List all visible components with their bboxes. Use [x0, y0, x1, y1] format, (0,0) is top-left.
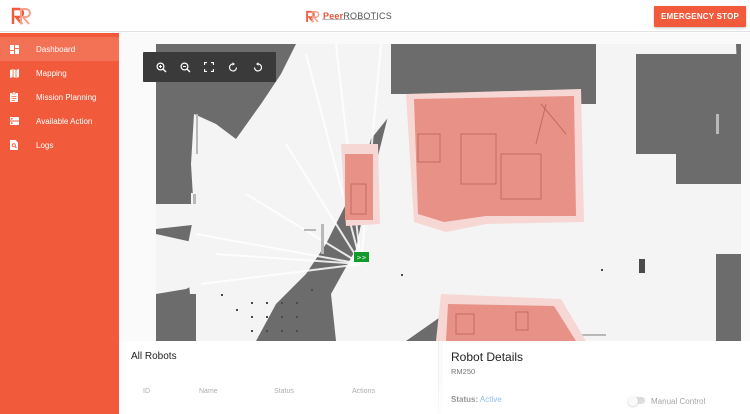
search-document-icon: [9, 140, 19, 150]
column-header-status[interactable]: Status: [274, 388, 294, 395]
rotate-left-button[interactable]: [249, 59, 265, 75]
sidebar-item-label: Mission Planning: [36, 92, 97, 102]
zoom-in-button[interactable]: [153, 59, 169, 75]
sidebar-item-available-action[interactable]: Available Action: [0, 109, 119, 133]
sidebar-item-label: Dashboard: [36, 44, 76, 54]
all-robots-title: All Robots: [131, 351, 177, 362]
sidebar-item-label: Available Action: [36, 116, 93, 126]
sidebar-item-mission-planning[interactable]: Mission Planning: [0, 85, 119, 109]
rotate-left-icon: [253, 61, 262, 71]
robot-details-panel: Robot Details RM250 Status: Active Manua…: [443, 341, 750, 414]
zone-top[interactable]: [414, 96, 576, 222]
robot-details-title: Robot Details: [451, 350, 524, 364]
emergency-stop-button[interactable]: EMERGENCY STOP: [654, 6, 746, 27]
zoom-out-icon: [179, 61, 190, 72]
map-canvas[interactable]: >>: [156, 44, 741, 341]
column-header-id[interactable]: ID: [143, 388, 150, 395]
manual-control-toggle[interactable]: [628, 395, 645, 406]
zoom-out-button[interactable]: [177, 59, 193, 75]
brand-logo: PeerROBOTICS: [305, 5, 392, 27]
robot-status-label: Status:: [451, 395, 479, 404]
robot-marker[interactable]: >>: [354, 252, 369, 262]
fit-screen-icon: [204, 62, 214, 72]
robot-status: Status: Active: [451, 395, 502, 404]
peer-logo-icon[interactable]: [10, 5, 32, 27]
robot-marker-label: >>: [356, 255, 366, 262]
map-toolbar: [143, 52, 276, 82]
zoom-in-icon: [155, 61, 166, 72]
toggle-knob[interactable]: [628, 395, 638, 406]
map-icon: [9, 68, 19, 78]
brand-underline: [322, 19, 378, 20]
clipboard-icon: [9, 92, 19, 102]
sidebar-item-mapping[interactable]: Mapping: [0, 61, 119, 85]
rotate-right-icon: [228, 61, 237, 71]
sidebar-item-logs[interactable]: Logs: [0, 133, 119, 157]
zone-left[interactable]: [345, 154, 373, 220]
column-header-actions[interactable]: Actions: [352, 388, 375, 395]
sidebar-item-dashboard[interactable]: Dashboard: [0, 37, 119, 61]
app-header: PeerROBOTICS EMERGENCY STOP: [0, 0, 750, 32]
robot-status-value: Active: [479, 395, 502, 404]
column-header-name[interactable]: Name: [199, 388, 218, 395]
sidebar-item-label: Logs: [36, 140, 54, 150]
fit-screen-button[interactable]: [201, 59, 217, 75]
manual-control-label: Manual Control: [651, 397, 706, 406]
robot-model: RM250: [451, 367, 476, 376]
all-robots-panel: All Robots ID Name Status Actions: [119, 341, 439, 414]
dashboard-icon: [9, 44, 19, 54]
list-icon: [9, 116, 19, 126]
occupancy-map[interactable]: >>: [156, 44, 741, 341]
rotate-right-button[interactable]: [225, 59, 241, 75]
sidebar-item-label: Mapping: [36, 68, 67, 78]
brand-mark-icon: [306, 10, 320, 23]
